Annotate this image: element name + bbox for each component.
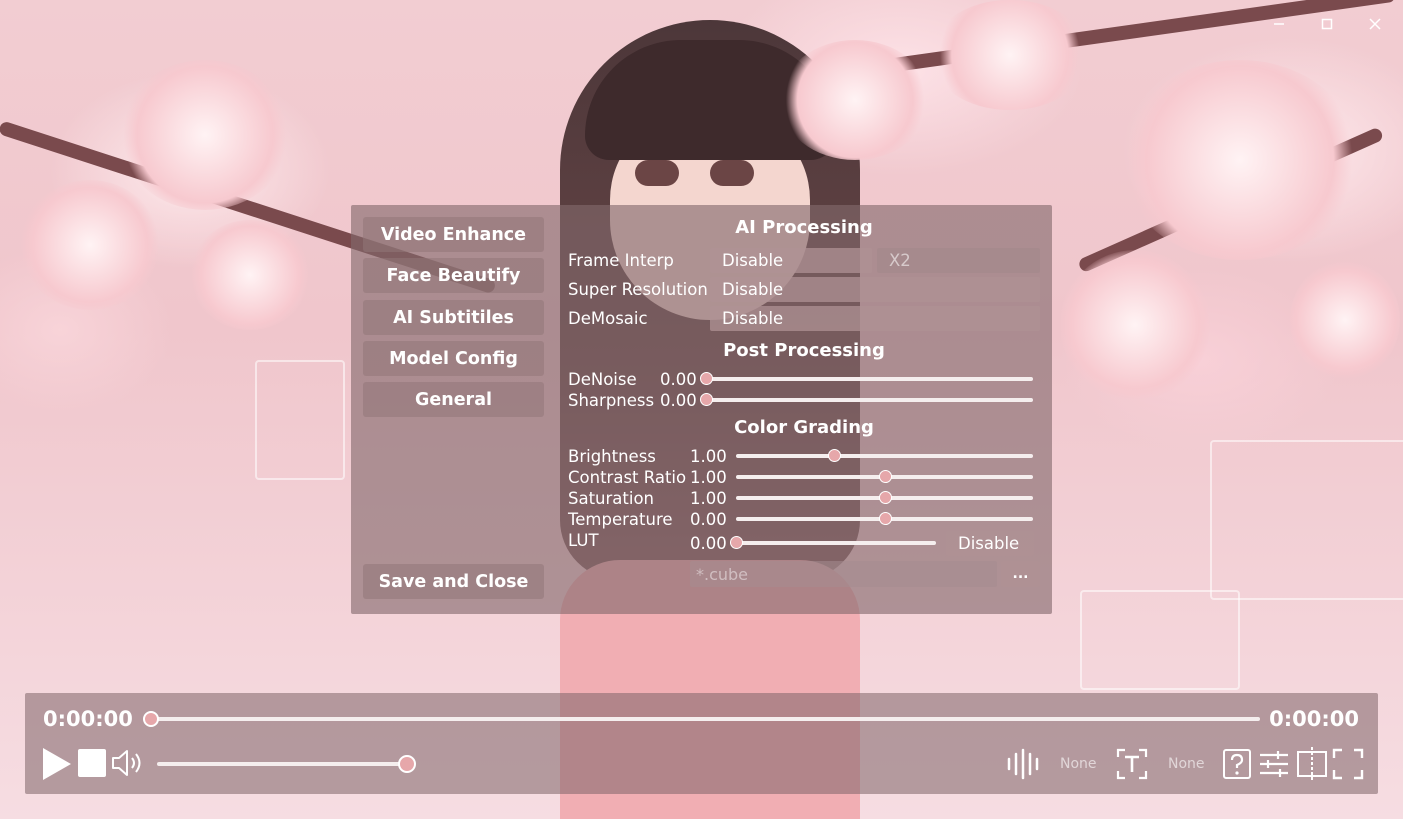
contrast-ratio-label: Contrast Ratio [568, 468, 687, 487]
sharpness-slider[interactable] [700, 393, 1033, 407]
lut-slider[interactable] [730, 536, 936, 550]
lut-file-input[interactable]: *.cube [690, 561, 997, 587]
save-and-close-button[interactable]: Save and Close [363, 564, 544, 599]
nav-general[interactable]: General [363, 382, 544, 417]
volume-slider[interactable] [157, 755, 416, 773]
super-resolution-select[interactable]: Disable [710, 277, 1040, 302]
nav-face-beautify[interactable]: Face Beautify [363, 258, 544, 293]
subtitle-icon[interactable] [1116, 748, 1148, 780]
fullscreen-icon[interactable] [1332, 748, 1364, 780]
nav-ai-subtitles[interactable]: AI Subtitiles [363, 300, 544, 335]
settings-content: AI Processing Frame Interp Disable X2 Su… [568, 205, 1040, 614]
volume-track [157, 762, 407, 766]
super-resolution-label: Super Resolution [568, 280, 708, 299]
player-controls: 0:00:00 0:00:00 None None [25, 693, 1378, 794]
section-title-post-processing: Post Processing [723, 340, 885, 361]
seek-handle[interactable] [143, 711, 159, 727]
slider-handle[interactable] [878, 491, 892, 504]
total-time: 0:00:00 [1269, 707, 1359, 731]
brightness-value: 1.00 [690, 447, 727, 466]
sharpness-label: Sharpness [568, 391, 655, 410]
minimize-icon [1274, 23, 1284, 25]
nav-video-enhance[interactable]: Video Enhance [363, 217, 544, 252]
frame-interp-label: Frame Interp [568, 251, 674, 270]
contrast-ratio-slider[interactable] [736, 470, 1033, 484]
volume-handle[interactable] [398, 755, 416, 773]
denoise-slider[interactable] [700, 372, 1033, 386]
nav-model-config[interactable]: Model Config [363, 341, 544, 376]
slider-track [736, 541, 936, 545]
minimize-button[interactable] [1265, 12, 1293, 36]
settings-sliders-icon[interactable] [1258, 748, 1290, 780]
slider-handle[interactable] [878, 512, 892, 525]
demosaic-label: DeMosaic [568, 309, 648, 328]
slider-handle[interactable] [730, 536, 743, 549]
current-time: 0:00:00 [43, 707, 133, 731]
window-controls [1265, 12, 1389, 36]
demosaic-select[interactable]: Disable [710, 306, 1040, 331]
saturation-value: 1.00 [690, 489, 727, 508]
slider-handle[interactable] [700, 393, 713, 406]
maximize-icon [1321, 18, 1333, 30]
section-title-ai-processing: AI Processing [735, 217, 873, 238]
brightness-slider[interactable] [736, 449, 1033, 463]
saturation-slider[interactable] [736, 491, 1033, 505]
temperature-value: 0.00 [690, 510, 727, 529]
lut-label: LUT [568, 531, 599, 550]
slider-track [736, 454, 1033, 458]
compare-icon[interactable] [1296, 746, 1328, 782]
maximize-button[interactable] [1313, 12, 1341, 36]
frame-interp-multiplier[interactable]: X2 [877, 248, 1040, 273]
lut-browse-button[interactable]: ... [1001, 561, 1040, 587]
audio-track-icon[interactable] [1005, 748, 1041, 780]
close-icon [1369, 18, 1381, 30]
slider-track [706, 398, 1033, 402]
denoise-label: DeNoise [568, 370, 637, 389]
audio-track-value: None [1060, 756, 1097, 772]
close-button[interactable] [1361, 12, 1389, 36]
seek-bar[interactable] [143, 711, 1260, 727]
help-icon[interactable] [1222, 748, 1252, 780]
stop-icon[interactable] [77, 748, 107, 778]
brightness-label: Brightness [568, 447, 656, 466]
settings-panel: Video Enhance Face Beautify AI Subtitile… [351, 205, 1052, 614]
slider-track [706, 377, 1033, 381]
denoise-value: 0.00 [660, 370, 697, 389]
saturation-label: Saturation [568, 489, 655, 508]
contrast-ratio-value: 1.00 [690, 468, 727, 487]
volume-icon[interactable] [111, 748, 145, 778]
slider-handle[interactable] [878, 470, 892, 483]
slider-handle[interactable] [828, 449, 841, 462]
temperature-label: Temperature [568, 510, 673, 529]
play-icon[interactable] [41, 746, 73, 782]
subtitle-track-value: None [1168, 756, 1205, 772]
seek-track [143, 717, 1260, 721]
slider-handle[interactable] [700, 372, 713, 385]
frame-interp-select[interactable]: Disable [710, 248, 872, 273]
temperature-slider[interactable] [736, 512, 1033, 526]
sharpness-value: 0.00 [660, 391, 697, 410]
lut-value: 0.00 [690, 534, 727, 553]
lut-toggle[interactable]: Disable [946, 531, 1034, 556]
section-title-color-grading: Color Grading [734, 417, 874, 438]
settings-nav: Video Enhance Face Beautify AI Subtitile… [351, 205, 556, 614]
